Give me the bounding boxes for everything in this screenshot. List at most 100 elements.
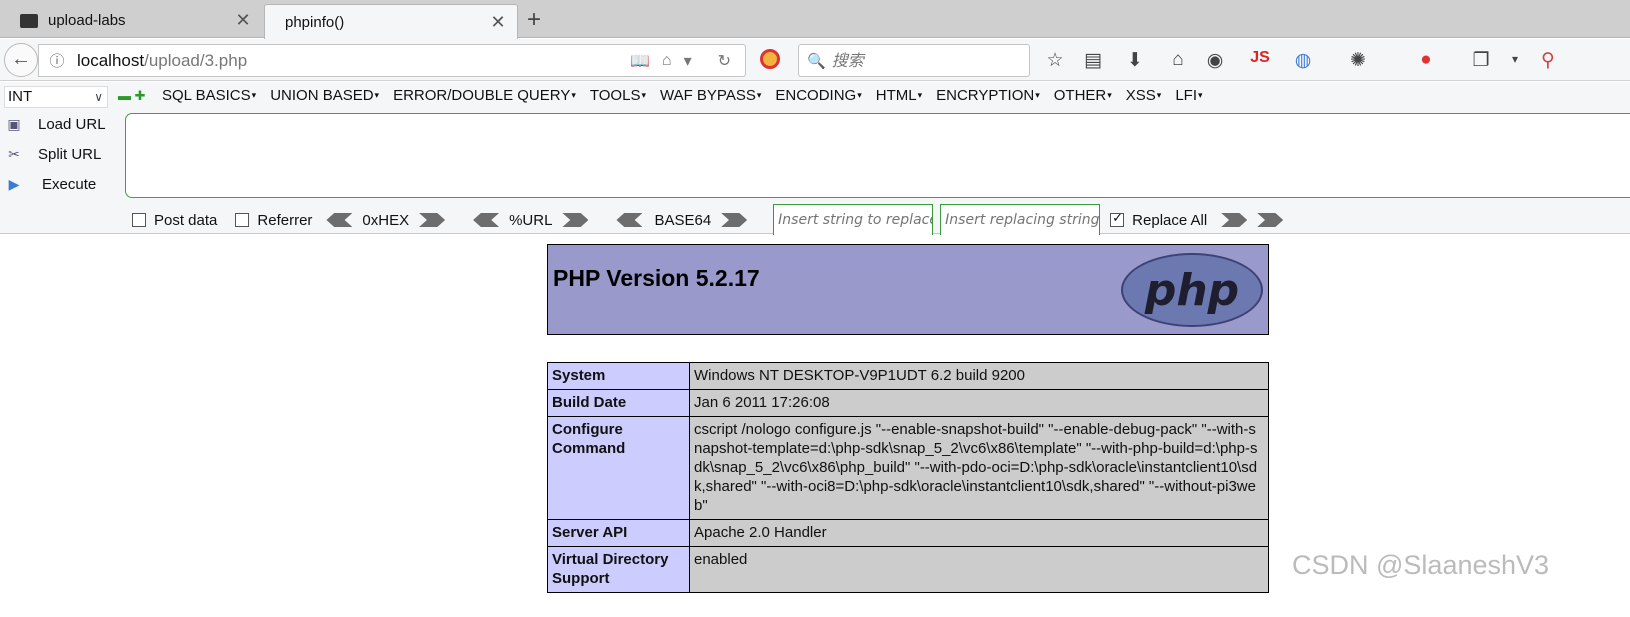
hackbar-menubar: SQL BASICS UNION BASED ERROR/DOUBLE QUER… (162, 87, 1203, 104)
window-icon[interactable]: ❐ (1468, 49, 1494, 72)
home-icon[interactable]: ⌂ (662, 52, 672, 70)
load-icon: ▣ (7, 115, 21, 132)
row-key: Virtual Directory Support (547, 546, 690, 593)
bookmark-star-icon[interactable]: ☆ (1042, 49, 1068, 72)
row-key: System (547, 362, 690, 390)
replace-left-icon[interactable] (1221, 213, 1248, 227)
table-row: Configure Command cscript /nologo config… (547, 416, 1269, 520)
js-icon[interactable]: JS (1247, 49, 1273, 67)
dropdown-icon[interactable]: ▾ (684, 51, 692, 71)
referrer-checkbox[interactable] (235, 213, 250, 227)
base64-encode-icon[interactable] (721, 213, 748, 227)
menu-encryption[interactable]: ENCRYPTION (936, 87, 1040, 104)
row-value: Jan 6 2011 17:26:08 (689, 389, 1269, 417)
menu-html[interactable]: HTML (876, 87, 922, 104)
base64-decode-icon[interactable] (616, 213, 643, 227)
scissors-icon: ✂ (8, 145, 20, 162)
execute-label: Execute (42, 175, 97, 193)
search-box[interactable]: 🔍 (798, 44, 1030, 77)
menu-sql-basics[interactable]: SQL BASICS (162, 87, 256, 104)
row-value: enabled (689, 546, 1269, 593)
tab-phpinfo[interactable]: phpinfo() ✕ (264, 4, 518, 39)
palette-icon[interactable]: ✺ (1345, 49, 1371, 72)
play-icon: ▶ (8, 175, 20, 192)
table-row: Build Date Jan 6 2011 17:26:08 (547, 389, 1269, 417)
overflow-dropdown-icon[interactable]: ▾ (1502, 52, 1528, 66)
table-row: Virtual Directory Support enabled (547, 546, 1269, 593)
tab-title: phpinfo() (285, 13, 345, 31)
hackbar-icon[interactable]: ● (1413, 49, 1439, 71)
menu-encoding[interactable]: ENCODING (775, 87, 861, 104)
php-logo: php (1121, 253, 1263, 327)
search-icon: 🔍 (807, 52, 826, 70)
page-content: PHP Version 5.2.17 php System Windows NT… (0, 235, 1630, 617)
navigation-bar: ← ⓘ localhost/upload/3.php 📖 ⌂ ▾ ↻ 🔍 ☆ ▤… (0, 39, 1630, 81)
replacing-string-input[interactable] (940, 204, 1101, 236)
post-data-label: Post data (154, 211, 218, 229)
php-header: PHP Version 5.2.17 php (547, 244, 1269, 335)
search-input[interactable] (831, 51, 1012, 70)
url-decode-icon[interactable] (473, 213, 500, 227)
url-bar[interactable]: ⓘ localhost/upload/3.php 📖 ⌂ ▾ ↻ (38, 44, 746, 77)
url-text[interactable]: localhost/upload/3.php (77, 51, 630, 71)
page-title: PHP Version 5.2.17 (553, 265, 760, 291)
hex-decode-icon[interactable] (326, 213, 353, 227)
blocked-icon[interactable] (760, 49, 780, 69)
tab-title: upload-labs (48, 12, 126, 29)
row-value: Apache 2.0 Handler (689, 519, 1269, 547)
hex-label: 0xHEX (362, 211, 410, 229)
row-key: Server API (547, 519, 690, 547)
back-button[interactable]: ← (4, 43, 38, 77)
clipboard-icon[interactable]: ▤ (1080, 49, 1106, 72)
hackbar-options-row: Post data Referrer 0xHEX %URL BASE64 Rep… (132, 204, 1284, 236)
url-path: /upload/3.php (144, 50, 248, 70)
plus-minus-icons[interactable]: ▬ ✚ (118, 88, 146, 104)
chevron-down-icon: ∨ (94, 90, 103, 104)
replace-right-icon[interactable] (1257, 213, 1284, 227)
menu-waf-bypass[interactable]: WAF BYPASS (660, 87, 761, 104)
info-icon[interactable]: ⓘ (45, 50, 69, 71)
magnifier-icon[interactable]: ⚲ (1535, 49, 1561, 72)
row-key: Configure Command (547, 416, 690, 520)
replace-string-input[interactable] (773, 204, 934, 236)
close-icon[interactable]: ✕ (489, 12, 507, 33)
home-button-icon[interactable]: ⌂ (1165, 49, 1191, 71)
hex-encode-icon[interactable] (419, 213, 446, 227)
url-label: %URL (509, 211, 553, 229)
type-select[interactable]: INT ∨ (4, 86, 108, 108)
row-key: Build Date (547, 389, 690, 417)
php-logo-text: php (1144, 264, 1240, 316)
replace-all-checkbox[interactable] (1110, 210, 1125, 227)
table-row: Server API Apache 2.0 Handler (547, 519, 1269, 547)
post-data-checkbox[interactable] (132, 213, 146, 227)
row-value: cscript /nologo configure.js "--enable-s… (689, 416, 1269, 520)
download-icon[interactable]: ⬇ (1122, 49, 1148, 72)
menu-error-double-query[interactable]: ERROR/DOUBLE QUERY (393, 87, 576, 104)
tab-upload-labs[interactable]: upload-labs ✕ (0, 3, 262, 38)
menu-union-based[interactable]: UNION BASED (270, 87, 379, 104)
hackbar-panel: INT ∨ ▬ ✚ SQL BASICS UNION BASED ERROR/DO… (0, 82, 1630, 236)
url-encode-icon[interactable] (562, 213, 589, 227)
menu-other[interactable]: OTHER (1054, 87, 1112, 104)
reader-view-icon[interactable]: 📖 (630, 51, 650, 71)
load-url-label: Load URL (38, 115, 106, 133)
load-url-button[interactable]: ▣ Load URL (4, 111, 114, 137)
referrer-label: Referrer (257, 211, 313, 229)
globe-icon[interactable]: ◍ (1290, 49, 1316, 72)
watermark: CSDN @SlaaneshV3 (1292, 550, 1550, 580)
split-url-button[interactable]: ✂ Split URL (4, 141, 114, 167)
folder-icon (20, 13, 38, 28)
replace-all-label: Replace All (1132, 211, 1208, 229)
hackbar-url-textarea[interactable] (125, 113, 1630, 198)
row-value: Windows NT DESKTOP-V9P1UDT 6.2 build 920… (689, 362, 1269, 390)
avatar-icon[interactable]: ◉ (1202, 49, 1228, 72)
new-tab-icon[interactable]: + (527, 6, 541, 34)
menu-lfi[interactable]: LFI (1175, 87, 1202, 104)
execute-button[interactable]: ▶ Execute (4, 171, 114, 197)
menu-tools[interactable]: TOOLS (590, 87, 646, 104)
type-select-value: INT (8, 88, 33, 105)
reload-icon[interactable]: ↻ (718, 51, 731, 71)
table-row: System Windows NT DESKTOP-V9P1UDT 6.2 bu… (547, 362, 1269, 390)
menu-xss[interactable]: XSS (1126, 87, 1162, 104)
close-icon[interactable]: ✕ (234, 10, 252, 31)
